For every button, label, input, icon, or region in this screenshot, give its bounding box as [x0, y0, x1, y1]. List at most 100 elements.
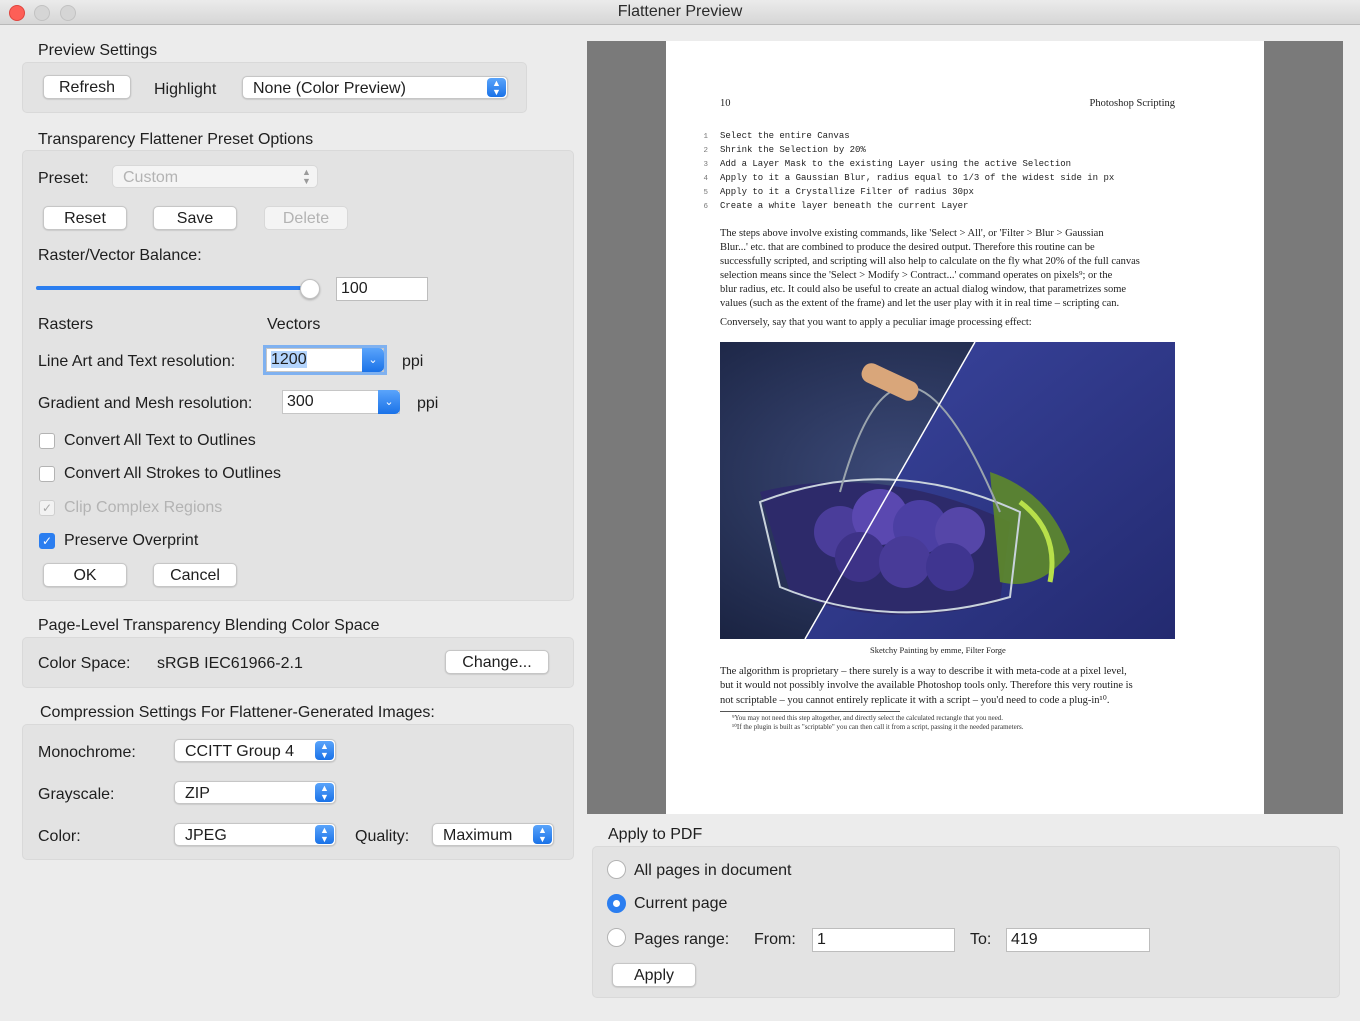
footnote: ⁹You may not need this step altogether, … — [732, 714, 1004, 722]
balance-label: Raster/Vector Balance: — [38, 247, 202, 264]
popup-arrows-icon: ▲ ▼ — [315, 741, 334, 760]
popup-arrows-icon: ▲ ▼ — [302, 167, 311, 186]
color-value: JPEG — [185, 827, 227, 844]
clip-complex-label: Clip Complex Regions — [64, 499, 223, 516]
code-line: Shrink the Selection by 20% — [720, 145, 866, 155]
chevron-down-icon[interactable]: ⌄ — [378, 390, 400, 414]
convert-text-checkbox[interactable] — [39, 433, 55, 449]
preset-value: Custom — [123, 169, 179, 186]
code-line-number: 2 — [703, 147, 708, 155]
from-field[interactable]: 1 — [812, 928, 955, 952]
code-line: Create a white layer beneath the current… — [720, 201, 969, 211]
current-page-radio[interactable] — [607, 894, 626, 913]
compression-heading: Compression Settings For Flattener-Gener… — [40, 704, 435, 721]
code-line: Add a Layer Mask to the existing Layer u… — [720, 159, 1072, 169]
gradient-value: 300 — [287, 393, 314, 410]
code-line-number: 5 — [703, 189, 708, 197]
line-art-label: Line Art and Text resolution: — [38, 353, 236, 370]
preset-options-heading: Transparency Flattener Preset Options — [38, 131, 314, 148]
grayscale-popup[interactable]: ZIP ▲ ▼ — [174, 781, 336, 804]
popup-arrows-icon: ▲ ▼ — [315, 825, 334, 844]
popup-arrows-icon: ▲ ▼ — [487, 78, 506, 97]
code-line-number: 1 — [703, 133, 708, 141]
delete-button[interactable]: Delete — [264, 206, 348, 230]
all-pages-radio[interactable] — [607, 860, 626, 879]
cancel-button[interactable]: Cancel — [153, 563, 237, 587]
paragraph-line: not scriptable – you cannot entirely rep… — [720, 695, 1110, 706]
paragraph-line: The steps above involve existing command… — [720, 228, 1104, 239]
minimize-window-icon[interactable] — [34, 5, 50, 21]
preserve-overprint-checkbox[interactable]: ✓ — [39, 533, 55, 549]
clip-complex-checkbox[interactable]: ✓ — [39, 500, 55, 516]
paragraph-line: Blur...' etc. that are combined to produ… — [720, 242, 1095, 253]
preview-page: 10 Photoshop Scripting 1 Select the enti… — [666, 41, 1264, 814]
preset-popup[interactable]: Custom ▲ ▼ — [112, 165, 318, 188]
apply-button[interactable]: Apply — [612, 963, 696, 987]
paragraph-line: but it would not possibly involve the av… — [720, 680, 1133, 691]
pages-range-label: Pages range: — [634, 931, 730, 948]
change-color-space-button[interactable]: Change... — [445, 650, 549, 674]
paragraph-line: blur radius, etc. It could also be usefu… — [720, 284, 1127, 295]
quality-popup[interactable]: Maximum ▲ ▼ — [432, 823, 554, 846]
apply-to-pdf-heading: Apply to PDF — [608, 826, 703, 843]
paragraph-line: selection means since the 'Select > Modi… — [720, 270, 1113, 281]
gradient-unit: ppi — [417, 395, 439, 412]
reset-button[interactable]: Reset — [43, 206, 127, 230]
quality-label: Quality: — [355, 828, 410, 845]
monochrome-value: CCITT Group 4 — [185, 743, 295, 760]
footnote: ¹⁰If the plugin is built as "scriptable"… — [732, 723, 1024, 731]
code-line: Apply to it a Gaussian Blur, radius equa… — [720, 173, 1115, 183]
convert-text-label: Convert All Text to Outlines — [64, 432, 256, 449]
all-pages-label: All pages in document — [634, 862, 792, 879]
balance-value-field[interactable]: 100 — [336, 277, 428, 301]
convert-strokes-label: Convert All Strokes to Outlines — [64, 465, 281, 482]
highlight-label: Highlight — [154, 81, 217, 98]
monochrome-label: Monochrome: — [38, 744, 136, 761]
page-number: 10 — [720, 98, 731, 109]
highlight-popup[interactable]: None (Color Preview) ▲ ▼ — [242, 76, 508, 99]
gradient-label: Gradient and Mesh resolution: — [38, 395, 253, 412]
paragraph-line: The algorithm is proprietary – there sur… — [720, 666, 1127, 677]
save-button[interactable]: Save — [153, 206, 237, 230]
line-art-unit: ppi — [402, 353, 424, 370]
balance-slider-knob[interactable] — [300, 279, 320, 299]
popup-arrows-icon: ▲ ▼ — [315, 783, 334, 802]
rasters-label: Rasters — [38, 316, 94, 333]
code-line-number: 6 — [703, 203, 708, 211]
preset-label: Preset: — [38, 170, 89, 187]
preview-settings-heading: Preview Settings — [38, 42, 158, 59]
code-line-number: 3 — [703, 161, 708, 169]
quality-value: Maximum — [443, 827, 513, 844]
paragraph-line: Conversely, say that you want to apply a… — [720, 317, 1032, 328]
code-line: Apply to it a Crystallize Filter of radi… — [720, 187, 974, 197]
code-line-number: 4 — [703, 175, 708, 183]
paragraph-line: successfully scripted, and scripting wil… — [720, 256, 1140, 267]
footnote-rule — [720, 711, 900, 712]
ok-button[interactable]: OK — [43, 563, 127, 587]
vectors-label: Vectors — [267, 316, 321, 333]
line-art-resolution-combo[interactable]: 1200 ⌄ — [266, 348, 384, 372]
monochrome-popup[interactable]: CCITT Group 4 ▲ ▼ — [174, 739, 336, 762]
blending-heading: Page-Level Transparency Blending Color S… — [38, 617, 380, 634]
popup-arrows-icon: ▲ ▼ — [533, 825, 552, 844]
pages-range-radio[interactable] — [607, 928, 626, 947]
window-title: Flattener Preview — [617, 3, 743, 20]
to-field[interactable]: 419 — [1006, 928, 1150, 952]
refresh-button[interactable]: Refresh — [43, 75, 131, 99]
preserve-overprint-label: Preserve Overprint — [64, 532, 199, 549]
gradient-resolution-combo[interactable]: 300 ⌄ — [282, 390, 400, 414]
image-caption: Sketchy Painting by emme, Filter Forge — [870, 645, 1006, 655]
convert-strokes-checkbox[interactable] — [39, 466, 55, 482]
color-label: Color: — [38, 828, 81, 845]
chevron-down-icon[interactable]: ⌄ — [362, 348, 384, 372]
title-bar: Flattener Preview — [0, 0, 1360, 25]
close-window-icon[interactable] — [9, 5, 25, 21]
color-space-value: sRGB IEC61966-2.1 — [157, 655, 303, 672]
balance-slider-fill — [36, 286, 302, 290]
current-page-label: Current page — [634, 895, 728, 912]
color-popup[interactable]: JPEG ▲ ▼ — [174, 823, 336, 846]
to-label: To: — [970, 931, 992, 948]
zoom-window-icon[interactable] — [60, 5, 76, 21]
running-head: Photoshop Scripting — [1089, 98, 1175, 109]
paragraph-line: values (such as the extent of the frame)… — [720, 298, 1120, 309]
